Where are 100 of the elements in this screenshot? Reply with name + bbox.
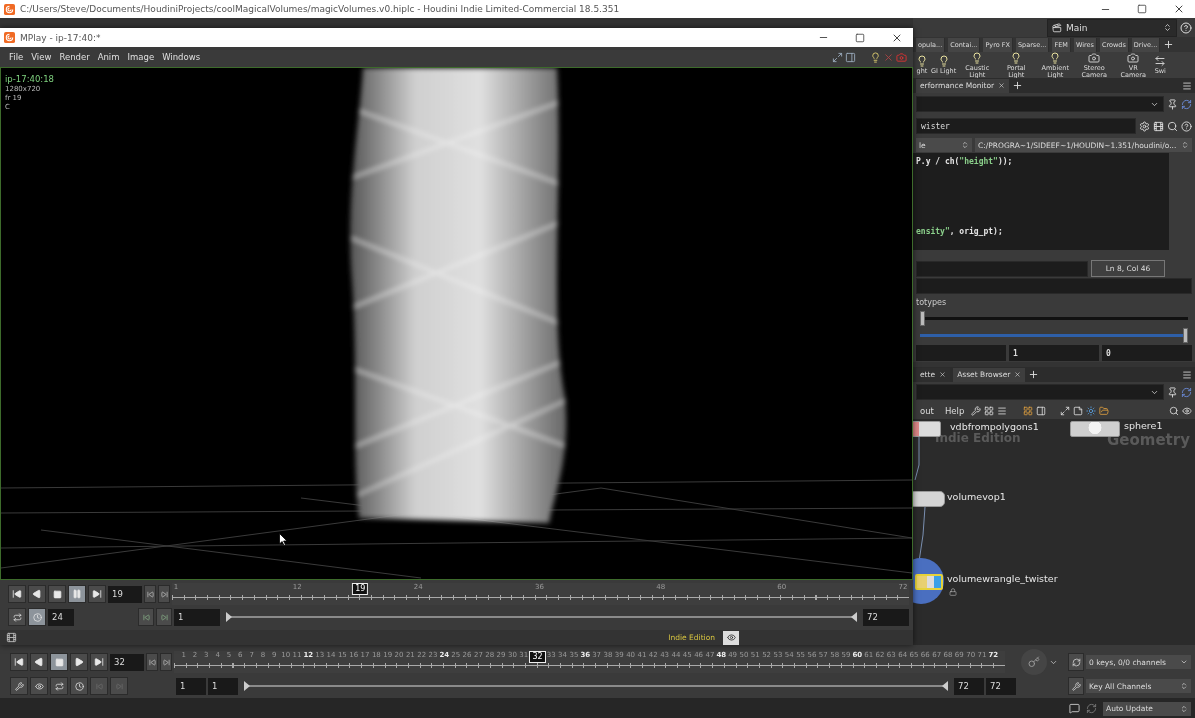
window-title: C:/Users/Steve/Documents/HoudiniProjects/coolMagicalVolumes/magicVolumes.v0.hiplc - Houdini Indie Limited-Commercial 18.5.351 — [20, 4, 621, 14]
menu-item[interactable]: out — [916, 405, 938, 416]
jump-end-button[interactable] — [156, 608, 172, 626]
menu-item[interactable]: Anim — [94, 52, 123, 62]
realtime-button[interactable] — [70, 677, 88, 695]
range-handle[interactable] — [942, 681, 948, 691]
film-icon[interactable] — [1153, 120, 1164, 132]
wrangle-node[interactable] — [915, 574, 943, 590]
refresh-icon[interactable] — [1086, 703, 1097, 714]
menu-icon[interactable] — [1182, 369, 1192, 380]
add-tab-icon[interactable] — [1028, 369, 1040, 380]
desktop-select[interactable]: Main — [1047, 18, 1177, 37]
menu-item[interactable]: View — [28, 52, 55, 62]
help-icon[interactable] — [1180, 21, 1192, 34]
wrench-icon[interactable] — [971, 405, 982, 416]
layout-icon[interactable] — [984, 405, 995, 416]
slider-handle[interactable] — [1183, 328, 1188, 343]
step-back-button[interactable] — [144, 585, 156, 603]
current-frame-marker[interactable]: 32 — [529, 651, 546, 663]
folder-icon[interactable] — [1099, 405, 1110, 416]
resize-icon[interactable] — [832, 51, 843, 63]
film-reel-icon[interactable] — [6, 632, 17, 643]
menu-item[interactable]: Image — [124, 52, 158, 62]
panel-icon[interactable] — [845, 51, 856, 63]
eye-button[interactable] — [723, 630, 739, 645]
light-icon[interactable] — [870, 51, 881, 63]
range-handle[interactable] — [226, 612, 232, 622]
range-end-field[interactable]: 72 — [954, 677, 984, 695]
channel-button[interactable] — [1068, 677, 1084, 695]
range-handle[interactable] — [244, 681, 250, 691]
frame-field[interactable]: 32 — [110, 653, 144, 671]
code-editor[interactable]: P.y / ch("height")); ensity", orig_pt); — [913, 153, 1169, 250]
image-info: ip-17:40:18 — [5, 74, 54, 84]
transport-button[interactable] — [90, 653, 108, 671]
value-field[interactable]: 1 — [1009, 345, 1099, 361]
step-back-button[interactable] — [146, 653, 158, 671]
value-field[interactable] — [916, 345, 1006, 361]
loop-button[interactable] — [50, 677, 68, 695]
menu-item[interactable]: Windows — [159, 52, 204, 62]
settings-icon[interactable] — [1139, 120, 1150, 132]
text-field[interactable] — [916, 278, 1192, 294]
link-icon[interactable] — [1181, 98, 1192, 110]
pin-icon[interactable] — [1167, 386, 1178, 398]
path-field[interactable] — [916, 384, 1164, 400]
menu-icon[interactable] — [1182, 80, 1192, 91]
transport-button[interactable] — [68, 585, 86, 603]
vop-node[interactable] — [913, 491, 945, 507]
pin-icon[interactable] — [1167, 98, 1178, 110]
value-field[interactable]: 0 — [1102, 345, 1192, 361]
transport-button[interactable] — [30, 653, 48, 671]
color-palette-icon[interactable] — [1023, 405, 1034, 416]
transport-button[interactable] — [8, 585, 26, 603]
close-icon[interactable] — [998, 82, 1006, 89]
menu-item[interactable]: File — [6, 52, 27, 62]
message-icon[interactable] — [1069, 703, 1080, 714]
current-frame-marker[interactable]: 19 — [352, 583, 369, 595]
search-icon[interactable] — [1167, 120, 1178, 132]
menu-item[interactable]: Help — [940, 405, 969, 416]
range-start-field[interactable]: 1 — [176, 677, 206, 695]
eye-icon[interactable] — [1182, 405, 1192, 416]
sticky-note-icon[interactable] — [1073, 405, 1084, 416]
light-icon — [1010, 52, 1023, 64]
list-icon[interactable] — [997, 405, 1008, 416]
key-button[interactable] — [1021, 649, 1047, 675]
slider-handle[interactable] — [920, 311, 925, 326]
add-tab-icon[interactable] — [1012, 80, 1024, 91]
close-icon[interactable] — [1014, 371, 1022, 378]
range-end-field[interactable]: 72 — [863, 608, 909, 626]
jump-start-button[interactable] — [90, 677, 108, 695]
jump-start-button[interactable] — [138, 608, 154, 626]
link-icon[interactable] — [1181, 386, 1192, 398]
realtime-button[interactable] — [28, 608, 46, 626]
background-image-icon[interactable] — [1086, 405, 1097, 416]
node-name-field[interactable]: wister — [916, 118, 1136, 134]
range-end-field[interactable]: 72 — [986, 677, 1016, 695]
range-handle[interactable] — [851, 612, 857, 622]
transport-button[interactable] — [28, 585, 46, 603]
path-field[interactable] — [916, 96, 1164, 112]
keyframes-button[interactable] — [1068, 653, 1084, 671]
step-forward-button[interactable] — [160, 653, 172, 671]
search-icon[interactable] — [1169, 405, 1179, 416]
add-tab-icon[interactable] — [1163, 39, 1175, 50]
timeline-ruler[interactable] — [174, 651, 1005, 673]
transport-button[interactable] — [10, 653, 28, 671]
loop-button[interactable] — [8, 608, 26, 626]
menu-item[interactable]: Render — [56, 52, 93, 62]
step-forward-button[interactable] — [158, 585, 170, 603]
help-icon[interactable] — [1181, 120, 1192, 132]
range-start-field[interactable]: 1 — [208, 677, 238, 695]
close-icon[interactable] — [939, 371, 947, 378]
transport-button[interactable] — [88, 585, 106, 603]
transport-button[interactable] — [70, 653, 88, 671]
transport-button[interactable] — [50, 653, 68, 671]
range-start-field[interactable]: 1 — [174, 608, 220, 626]
transport-button[interactable] — [48, 585, 66, 603]
audio-button[interactable] — [30, 677, 48, 695]
scope-button[interactable] — [10, 677, 28, 695]
fps-field[interactable]: 24 — [48, 608, 74, 626]
frame-icon[interactable] — [1060, 405, 1071, 416]
frame-field[interactable]: 19 — [108, 585, 142, 603]
